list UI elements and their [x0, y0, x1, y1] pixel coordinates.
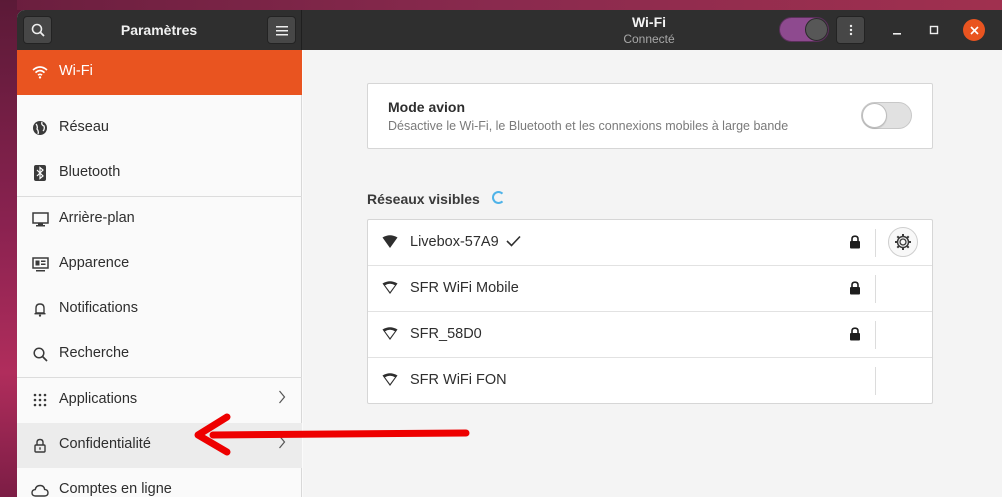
sidebar-item-label: Recherche: [59, 345, 130, 361]
network-row-sfr-wifi-mobile[interactable]: SFR WiFi Mobile: [368, 266, 932, 312]
kebab-menu-icon: [849, 24, 852, 36]
wifi-signal-icon: [382, 373, 398, 386]
sidebar-menu-button[interactable]: [267, 16, 296, 44]
wifi-signal-icon: [382, 327, 398, 340]
loading-spinner-icon: [492, 191, 505, 204]
sidebar-item-applications[interactable]: Applications: [17, 378, 302, 423]
airplane-mode-description: Désactive le Wi-Fi, le Bluetooth et les …: [388, 119, 789, 133]
checkmark-icon: [506, 234, 521, 252]
globe-icon: [31, 119, 49, 137]
grid-icon: [31, 391, 49, 409]
wifi-signal-icon: [382, 281, 398, 294]
sidebar-item-search[interactable]: Recherche: [17, 332, 302, 377]
network-settings-button[interactable]: [888, 227, 918, 257]
networks-list: Livebox-57A9 SFR WiFi Mobile SFR_58D0 SF…: [367, 219, 933, 404]
visible-networks-title: Réseaux visibles: [367, 191, 480, 207]
maximize-button[interactable]: [923, 19, 945, 41]
sidebar-item-background[interactable]: Arrière-plan: [17, 197, 302, 242]
desktop-background-top: [0, 0, 1002, 10]
bell-icon: [31, 300, 49, 318]
sidebar-item-label: Notifications: [59, 300, 138, 316]
wifi-signal-icon: [382, 235, 398, 248]
row-divider: [875, 367, 876, 395]
connection-status: Connecté: [623, 32, 675, 46]
appearance-icon: [31, 255, 49, 273]
lock-icon: [850, 327, 860, 341]
sidebar-item-label: Confidentialité: [59, 436, 151, 452]
header-bar-sidebar-section: Paramètres: [17, 10, 302, 50]
sidebar-item-label: Wi-Fi: [59, 63, 93, 79]
gear-icon: [895, 234, 911, 250]
airplane-mode-title: Mode avion: [388, 99, 466, 115]
close-button[interactable]: [963, 19, 985, 41]
chevron-right-icon: [278, 435, 286, 453]
row-divider: [875, 275, 876, 303]
desktop-background-left: [0, 0, 17, 497]
network-name: SFR WiFi Mobile: [410, 280, 519, 296]
lock-icon: [850, 235, 860, 249]
sidebar-item-privacy[interactable]: Confidentialité: [17, 423, 302, 468]
search-icon: [31, 23, 45, 37]
sidebar-item-wifi[interactable]: Wi-Fi: [17, 50, 302, 95]
close-icon: [969, 25, 979, 35]
sidebar-item-appearance[interactable]: Apparence: [17, 242, 302, 287]
minimize-button[interactable]: [886, 19, 908, 41]
lock-icon: [850, 281, 860, 295]
network-name: Livebox-57A9: [410, 234, 499, 250]
sidebar-title: Paramètres: [120, 22, 198, 38]
wifi-toggle[interactable]: [779, 17, 829, 42]
maximize-icon: [929, 25, 939, 35]
chevron-right-icon: [278, 390, 286, 408]
header-bar-main-section: Wi-Fi Connecté: [302, 10, 1002, 50]
wifi-menu-button[interactable]: [836, 16, 865, 44]
sidebar-item-notifications[interactable]: Notifications: [17, 287, 302, 332]
hamburger-icon: [275, 25, 288, 35]
header-bar: Paramètres Wi-Fi Connecté: [17, 10, 1002, 50]
sidebar-item-online-accounts[interactable]: Comptes en ligne: [17, 468, 302, 497]
sidebar-item-label: Bluetooth: [59, 164, 121, 180]
wifi-toggle-knob: [805, 18, 828, 41]
airplane-mode-toggle-knob: [862, 103, 887, 128]
network-name: SFR_58D0: [410, 326, 482, 342]
sidebar: Wi-Fi Réseau Bluetooth Arrière-plan Appa…: [17, 50, 302, 497]
sidebar-item-label: Apparence: [59, 255, 130, 271]
lock-icon: [31, 436, 49, 454]
sidebar-item-label: Arrière-plan: [59, 210, 135, 226]
sidebar-item-network[interactable]: Réseau: [17, 106, 302, 151]
airplane-mode-card: Mode avion Désactive le Wi-Fi, le Blueto…: [367, 83, 933, 149]
wifi-icon: [31, 63, 49, 81]
settings-window: Paramètres Wi-Fi Connecté Wi-Fi Réseau B…: [17, 10, 1002, 497]
cloud-icon: [31, 481, 49, 497]
bluetooth-icon: [31, 164, 49, 182]
page-title: Wi-Fi: [631, 14, 667, 30]
network-row-sfr-wifi-fon[interactable]: SFR WiFi FON: [368, 358, 932, 404]
sidebar-item-label: Comptes en ligne: [59, 481, 172, 497]
main-content: Mode avion Désactive le Wi-Fi, le Blueto…: [303, 50, 1002, 497]
search-button[interactable]: [23, 16, 52, 44]
network-row-sfr-58d0[interactable]: SFR_58D0: [368, 312, 932, 358]
sidebar-item-bluetooth[interactable]: Bluetooth: [17, 151, 302, 196]
minimize-icon: [893, 33, 901, 35]
row-divider: [875, 321, 876, 349]
sidebar-item-label: Applications: [59, 391, 138, 407]
sidebar-item-label: Réseau: [59, 119, 109, 135]
monitor-icon: [31, 210, 49, 228]
network-name: SFR WiFi FON: [410, 372, 507, 388]
airplane-mode-toggle[interactable]: [861, 102, 912, 129]
search-icon: [31, 345, 49, 363]
network-row-livebox[interactable]: Livebox-57A9: [368, 220, 932, 266]
row-divider: [875, 229, 876, 257]
